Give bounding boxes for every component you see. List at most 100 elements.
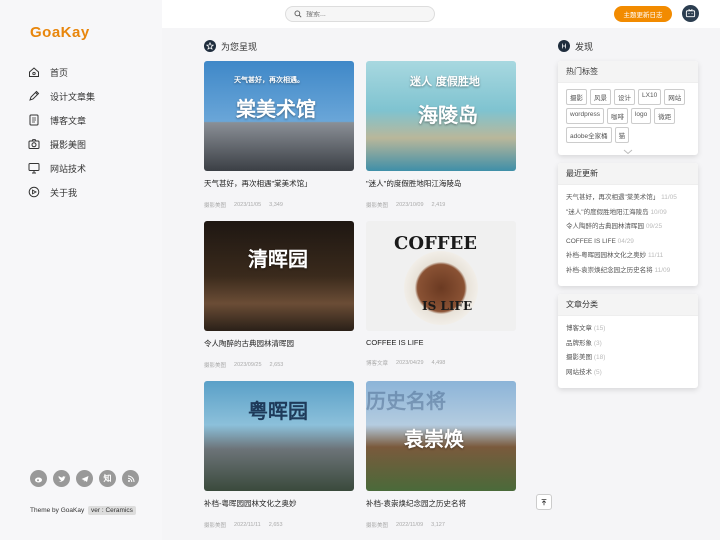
post-title[interactable]: COFFEE IS LIFE: [366, 338, 516, 347]
site-logo[interactable]: GoaKay: [30, 24, 90, 41]
views-label: 2,419: [431, 202, 446, 208]
post-meta: 博客文章 2023/04/29 4,498: [366, 359, 516, 367]
date-label: 2022/11/09: [396, 522, 424, 528]
post-card[interactable]: 历史名将 袁崇焕 补档-袁崇焕纪念园之历史名将 摄影美图 2022/11/09 …: [366, 381, 516, 529]
recent-item[interactable]: 补档-粤晖园园林文化之奥妙 11/11: [566, 249, 690, 264]
tag-item[interactable]: 咖啡: [606, 108, 628, 124]
arrow-up-icon: [541, 499, 547, 506]
tag-item[interactable]: 网站: [664, 89, 686, 105]
rss-icon[interactable]: [122, 470, 139, 487]
tag-item[interactable]: logo: [630, 108, 652, 124]
monitor-icon: [28, 163, 40, 174]
post-thumbnail[interactable]: COFFEE IS LIFE: [366, 221, 516, 331]
categories-widget: 文章分类 博客文章 (15) 品牌形象 (3) 摄影美图 (18) 网站技术 (5): [558, 294, 698, 388]
category-item[interactable]: 博客文章 (15): [566, 322, 690, 337]
telegram-icon[interactable]: [76, 470, 93, 487]
category-label[interactable]: 摄影美图: [204, 361, 226, 369]
nav-item-home[interactable]: 首页: [28, 60, 95, 84]
post-card[interactable]: 清晖园 令人陶醉的古典园林清晖园 摄影美图 2023/09/25 2,653: [204, 221, 354, 369]
pen-icon: [29, 90, 40, 101]
back-to-top-button[interactable]: [536, 494, 552, 510]
post-thumbnail[interactable]: 清晖园: [204, 221, 354, 331]
post-card[interactable]: 粤晖园 补档-粤晖园园林文化之奥妙 摄影美图 2022/11/11 2,653: [204, 381, 354, 529]
category-item[interactable]: 网站技术 (5): [566, 366, 690, 381]
theme-changelog-button[interactable]: 主题更新日志: [614, 6, 672, 22]
date-label: 2023/11/05: [234, 202, 262, 208]
date-label: 2023/10/09: [396, 202, 424, 208]
category-label[interactable]: 博客文章: [366, 359, 388, 367]
tag-item[interactable]: 设计: [614, 89, 635, 105]
views-label: 4,498: [431, 360, 446, 366]
post-meta: 摄影美图 2023/10/09 2,419: [366, 201, 516, 209]
category-label[interactable]: 摄影美图: [204, 521, 226, 529]
nav-item-design[interactable]: 设计文章集: [28, 84, 95, 108]
version-badge: ver : Ceramics: [88, 506, 136, 515]
views-label: 2,653: [269, 362, 284, 368]
tag-item[interactable]: 猫: [614, 127, 630, 143]
tag-item[interactable]: LX10: [638, 89, 662, 105]
recent-list: 天气甚好，再次相遇"棠美术馆」 11/05 "迷人"的度假胜地阳江海陵岛 10/0…: [558, 185, 698, 286]
category-label[interactable]: 摄影美图: [204, 201, 226, 209]
date-label: 2022/11/11: [234, 522, 261, 528]
featured-heading: 为您呈现: [204, 36, 524, 56]
search-input[interactable]: [306, 10, 416, 18]
category-label[interactable]: 摄影美图: [366, 201, 388, 209]
home-icon: [29, 67, 39, 77]
chevron-down-icon[interactable]: [558, 149, 698, 155]
recent-item[interactable]: COFFEE IS LIFE 04/29: [566, 235, 690, 250]
twitter-icon[interactable]: [53, 470, 70, 487]
main-nav: 首页 设计文章集 博客文章 摄影美图 网站技术 关于我: [28, 60, 95, 204]
nav-label: 摄影美图: [50, 139, 87, 150]
nav-item-blog[interactable]: 博客文章: [28, 108, 95, 132]
zhihu-icon[interactable]: 知: [99, 470, 116, 487]
post-card[interactable]: 天气甚好，再次相遇。 棠美术馆 天气甚好，再次相遇"棠美术馆」 摄影美图 202…: [204, 61, 354, 209]
recent-item[interactable]: "迷人"的度假胜地阳江海陵岛 10/09: [566, 206, 690, 221]
nav-label: 设计文章集: [50, 91, 96, 102]
tag-item[interactable]: 微距: [654, 108, 676, 124]
recent-item[interactable]: 天气甚好，再次相遇"棠美术馆」 11/05: [566, 191, 690, 206]
category-label[interactable]: 摄影美图: [366, 521, 388, 529]
right-sidebar: 发现 热门标签 摄影 风景 设计 LX10 网站 wordpress 咖啡 logo 微距 ado…: [558, 36, 698, 396]
tag-cloud: 摄影 风景 设计 LX10 网站 wordpress 咖啡 logo 微距 adobe全家桶猫: [558, 83, 698, 149]
nav-label: 关于我: [50, 187, 78, 198]
search-box[interactable]: [285, 6, 435, 22]
nav-item-tech[interactable]: 网站技术: [28, 156, 95, 180]
post-thumbnail[interactable]: 天气甚好，再次相遇。 棠美术馆: [204, 61, 354, 171]
recent-item[interactable]: 补档-袁崇焕纪念园之历史名将 11/09: [566, 264, 690, 279]
post-title[interactable]: 令人陶醉的古典园林清晖园: [204, 338, 354, 349]
tag-item[interactable]: adobe全家桶: [566, 127, 612, 143]
recent-item[interactable]: 令人陶醉的古典园林清晖园 09/25: [566, 220, 690, 235]
topbar: 主题更新日志: [162, 0, 720, 28]
post-card[interactable]: 迷人 度假胜地 海陵岛 "迷人"的度假胜地阳江海陵岛 摄影美图 2023/10/…: [366, 61, 516, 209]
tag-item[interactable]: wordpress: [566, 108, 604, 124]
post-card[interactable]: COFFEE IS LIFE COFFEE IS LIFE 博客文章 2023/…: [366, 221, 516, 367]
category-list: 博客文章 (15) 品牌形象 (3) 摄影美图 (18) 网站技术 (5): [558, 316, 698, 388]
weibo-icon[interactable]: [30, 470, 47, 487]
post-title[interactable]: 天气甚好，再次相遇"棠美术馆」: [204, 178, 354, 189]
views-label: 3,349: [269, 202, 283, 208]
tag-item[interactable]: 风景: [590, 89, 611, 105]
compass-icon: [558, 40, 570, 52]
post-meta: 摄影美图 2022/11/11 2,653: [204, 521, 354, 529]
nav-label: 网站技术: [50, 163, 87, 174]
theme-credit: Theme by GoaKay ver : Ceramics: [30, 506, 136, 515]
nav-item-about[interactable]: 关于我: [28, 180, 95, 204]
widget-title: 文章分类: [558, 294, 698, 316]
post-meta: 摄影美图 2023/11/05 3,349: [204, 201, 354, 209]
search-icon: [294, 10, 302, 18]
tag-item[interactable]: 摄影: [566, 89, 587, 105]
post-title[interactable]: "迷人"的度假胜地阳江海陵岛: [366, 178, 516, 189]
post-title[interactable]: 补档-袁崇焕纪念园之历史名将: [366, 498, 516, 509]
post-thumbnail[interactable]: 粤晖园: [204, 381, 354, 491]
sidebar: GoaKay 首页 设计文章集 博客文章 摄影美图 网站技术 关于我 知 The…: [0, 0, 162, 540]
tags-widget: 热门标签 摄影 风景 设计 LX10 网站 wordpress 咖啡 logo 微距 adobe全…: [558, 61, 698, 155]
date-label: 2023/09/25: [234, 362, 262, 368]
main-content: 为您呈现 天气甚好，再次相遇。 棠美术馆 天气甚好，再次相遇"棠美术馆」 摄影美…: [204, 36, 524, 529]
nav-item-photo[interactable]: 摄影美图: [28, 132, 95, 156]
category-item[interactable]: 摄影美图 (18): [566, 351, 690, 366]
post-title[interactable]: 补档-粤晖园园林文化之奥妙: [204, 498, 354, 509]
post-thumbnail[interactable]: 迷人 度假胜地 海陵岛: [366, 61, 516, 171]
post-thumbnail[interactable]: 历史名将 袁崇焕: [366, 381, 516, 491]
category-item[interactable]: 品牌形象 (3): [566, 337, 690, 352]
tv-icon[interactable]: [682, 5, 699, 22]
